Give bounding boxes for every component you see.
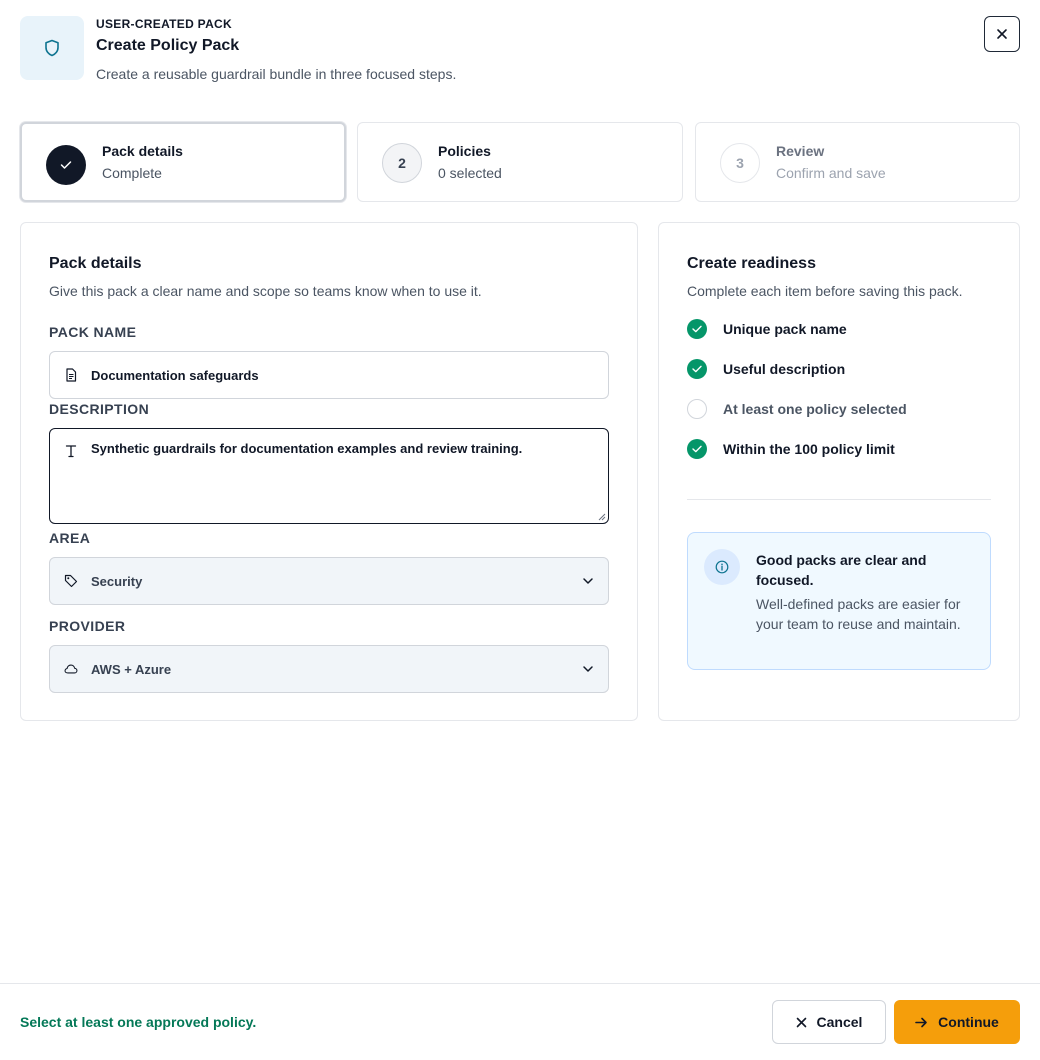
pack-details-card: Pack details Give this pack a clear name… [20,222,638,721]
chevron-down-icon [582,575,594,587]
area-value: Security [91,573,143,589]
dialog-footer: Select at least one approved policy. Can… [0,983,1040,1060]
step-pack-details[interactable]: Pack details Complete [20,122,346,202]
shield-icon [20,16,84,80]
dialog-header: USER-CREATED PACK Create Policy Pack Cre… [20,16,1020,82]
readiness-item: Within the 100 policy limit [687,439,895,459]
check-circle-icon [687,359,707,379]
dialog-title: Create Policy Pack [96,37,240,54]
step-number: 2 [382,143,422,183]
section-subtitle: Complete each item before saving this pa… [687,283,963,299]
description-value: Synthetic guardrails for documentation e… [91,441,523,456]
tip-body: Well-defined packs are easier for your t… [756,596,961,632]
section-title: Create readiness [687,255,816,272]
readiness-item: Useful description [687,359,845,379]
arrow-right-icon [915,1017,927,1027]
step-number: 3 [720,143,760,183]
tag-icon [64,574,78,588]
readiness-item: Unique pack name [687,319,847,339]
step-review: 3 Review Confirm and save [695,122,1020,202]
continue-label: Continue [938,1014,999,1030]
validation-message: Select at least one approved policy. [20,1014,257,1030]
pack-name-label: PACK NAME [49,324,137,340]
close-icon [997,29,1007,39]
document-icon [64,368,78,382]
step-title: Review [776,143,825,159]
description-textarea[interactable]: Synthetic guardrails for documentation e… [49,428,609,524]
area-label: AREA [49,530,91,546]
info-icon [704,549,740,585]
step-title: Policies [438,143,491,159]
pack-name-value: Documentation safeguards [91,367,259,383]
text-icon [64,444,78,458]
check-circle-icon [687,439,707,459]
step-status: Complete [102,165,162,181]
tip-callout: Good packs are clear and focused. Well-d… [687,532,991,670]
cancel-label: Cancel [816,1014,863,1030]
step-status: Confirm and save [776,165,886,181]
section-title: Pack details [49,255,142,272]
readiness-label: Within the 100 policy limit [723,441,895,457]
resize-handle-icon[interactable] [597,512,606,521]
tip-title: Good packs are clear and focused. [756,552,927,588]
step-title: Pack details [102,143,183,159]
step-status: 0 selected [438,165,502,181]
section-subtitle: Give this pack a clear name and scope so… [49,283,482,299]
readiness-label: Unique pack name [723,321,847,337]
close-button[interactable] [984,16,1020,52]
provider-label: PROVIDER [49,618,126,634]
close-icon [796,1017,806,1027]
dialog-subtitle: Create a reusable guardrail bundle in th… [96,66,457,82]
provider-value: AWS + Azure [91,661,172,677]
step-policies[interactable]: 2 Policies 0 selected [357,122,683,202]
empty-circle-icon [687,399,707,419]
chevron-down-icon [582,663,594,675]
readiness-label: Useful description [723,361,846,377]
provider-select[interactable]: AWS + Azure [49,645,609,693]
readiness-label: At least one policy selected [723,401,907,417]
pack-type-label: USER-CREATED PACK [96,17,232,31]
readiness-card: Create readiness Complete each item befo… [658,222,1020,721]
divider [687,499,991,500]
area-select[interactable]: Security [49,557,609,605]
check-circle-icon [687,319,707,339]
description-label: DESCRIPTION [49,401,150,417]
check-icon [46,145,86,185]
cloud-icon [64,662,78,676]
readiness-item: At least one policy selected [687,399,907,419]
pack-name-input[interactable]: Documentation safeguards [49,351,609,399]
continue-button[interactable]: Continue [894,1000,1020,1044]
cancel-button[interactable]: Cancel [772,1000,886,1044]
